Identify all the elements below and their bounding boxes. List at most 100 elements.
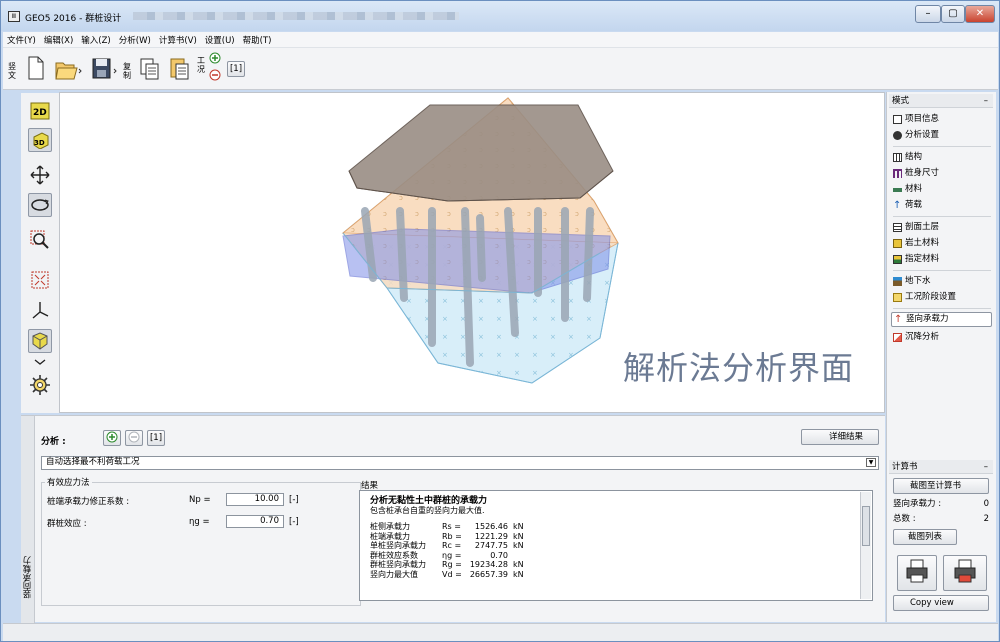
side-tab[interactable]: 竖向承载力 bbox=[21, 416, 35, 623]
mode-item-water[interactable]: 地下水 bbox=[893, 274, 993, 289]
analysis-label: 分析 : bbox=[41, 437, 66, 447]
mode-item-load[interactable]: ↑ 荷载 bbox=[893, 198, 993, 213]
dropdown-arrow-icon: ▼ bbox=[866, 458, 876, 467]
results-panel: 分析无黏性土中群桩的承载力 包含桩承台自重的竖向力最大值. 桩侧承载力 Rs = 1… bbox=[359, 490, 873, 601]
menu-report[interactable]: 计算书(V) bbox=[155, 32, 201, 46]
3d-viewport[interactable]: ɔ × 解析法分析界面 bbox=[59, 92, 885, 413]
result-label: 竖向力最大值 bbox=[370, 569, 418, 579]
close-button[interactable]: ✕ bbox=[965, 5, 995, 23]
fit-view-icon[interactable] bbox=[28, 268, 52, 292]
print-pdf-icon[interactable] bbox=[943, 555, 987, 591]
copy-icon[interactable] bbox=[137, 54, 161, 82]
report-header: 计算书 – bbox=[889, 460, 993, 474]
gear-icon bbox=[893, 131, 902, 140]
result-label: 群桩效应系数 bbox=[370, 550, 418, 560]
param1-symbol: Np = bbox=[189, 495, 211, 505]
collapse-icon[interactable]: – bbox=[984, 460, 988, 474]
svg-text:3D: 3D bbox=[34, 139, 45, 147]
result-value: 0.70 bbox=[490, 550, 508, 560]
settlement-icon bbox=[893, 333, 902, 342]
gear-icon[interactable] bbox=[28, 373, 52, 397]
menu-help[interactable]: 帮助(T) bbox=[239, 32, 276, 46]
move-icon[interactable] bbox=[28, 163, 52, 187]
vertical-capacity-icon: ↑ bbox=[894, 314, 903, 325]
view-3d-button[interactable]: 3D bbox=[28, 128, 52, 152]
stage-button[interactable]: [1] bbox=[227, 61, 245, 77]
rotate-icon[interactable] bbox=[28, 193, 52, 217]
stage-icon bbox=[893, 293, 902, 302]
add-analysis-button[interactable] bbox=[103, 430, 121, 446]
menu-input[interactable]: 输入(Z) bbox=[77, 32, 114, 46]
view-style-icon[interactable] bbox=[28, 329, 52, 353]
copy-view-button[interactable]: Copy view bbox=[893, 595, 989, 611]
param2-input[interactable]: 0.70 bbox=[226, 515, 284, 528]
divider bbox=[893, 146, 991, 147]
paste-icon[interactable] bbox=[167, 54, 191, 82]
grid-icon bbox=[893, 153, 902, 162]
window-title: GEO5 2016 - 群桩设计 bbox=[25, 14, 122, 24]
divider bbox=[893, 216, 991, 217]
axes-icon[interactable] bbox=[28, 298, 52, 322]
new-file-icon[interactable] bbox=[23, 54, 47, 82]
results-heading: 分析无黏性土中群桩的承载力 bbox=[370, 496, 488, 506]
menu-bar: 文件(Y) 编辑(X) 输入(Z) 分析(W) 计算书(V) 设置(U) 帮助(T) bbox=[3, 32, 998, 48]
results-scrollbar[interactable] bbox=[860, 492, 871, 599]
view-2d-button[interactable]: 2D bbox=[28, 99, 52, 123]
remove-stage-icon[interactable] bbox=[209, 69, 221, 83]
param1-input[interactable]: 10.00 bbox=[226, 493, 284, 506]
scrollbar-thumb[interactable] bbox=[862, 506, 870, 546]
detailed-results-button[interactable]: 详细结果 bbox=[801, 429, 879, 445]
collapse-icon[interactable]: – bbox=[984, 94, 988, 108]
add-stage-icon[interactable] bbox=[209, 52, 221, 66]
screenshot-list-button[interactable]: 截图列表 bbox=[893, 529, 957, 545]
material-icon bbox=[893, 187, 902, 192]
toolbar: 竖文 复制 工况 [1] bbox=[3, 48, 998, 90]
load-case-select[interactable]: 自动选择最不利荷载工况 ▼ bbox=[41, 456, 879, 470]
copy-label: 复制 bbox=[123, 62, 131, 80]
menu-analysis[interactable]: 分析(W) bbox=[115, 32, 155, 46]
chevron-down-icon[interactable] bbox=[28, 355, 52, 369]
mode-item-settlement[interactable]: 沉降分析 bbox=[893, 330, 993, 345]
result-value: 19234.28 bbox=[469, 560, 508, 569]
app-window: Ⅲ GEO5 2016 - 群桩设计 – ▢ ✕ 文件(Y) 编辑(X) 输入(Z)… bbox=[0, 0, 1000, 642]
mode-item-assign[interactable]: 指定材料 bbox=[893, 252, 993, 267]
mode-item-vertical-capacity[interactable]: ↑ 竖向承载力 bbox=[891, 312, 992, 327]
minimize-button[interactable]: – bbox=[915, 5, 941, 23]
assign-icon bbox=[893, 255, 902, 264]
open-file-icon[interactable] bbox=[53, 54, 82, 82]
watermark-text: 解析法分析界面 bbox=[623, 349, 855, 387]
mode-item-project-info[interactable]: 项目信息 bbox=[893, 112, 993, 127]
result-unit: kN bbox=[513, 541, 524, 550]
vertical-count-row: 竖向承载力 :0 bbox=[893, 499, 989, 509]
maximize-button[interactable]: ▢ bbox=[941, 5, 965, 23]
mode-item-pile-dimensions[interactable]: 桩身尺寸 bbox=[893, 166, 993, 181]
mode-item-structure[interactable]: 结构 bbox=[893, 150, 993, 165]
param2-label: 群桩效应 : bbox=[47, 519, 87, 529]
save-icon[interactable] bbox=[89, 54, 117, 82]
mode-item-analysis-settings[interactable]: 分析设置 bbox=[893, 128, 993, 143]
param1-label: 桩端承载力修正系数 : bbox=[47, 497, 130, 507]
result-label: 群桩竖向承载力 bbox=[370, 560, 426, 569]
load-arrow-icon: ↑ bbox=[893, 200, 902, 211]
divider bbox=[893, 308, 991, 309]
menu-edit[interactable]: 编辑(X) bbox=[40, 32, 77, 46]
mode-item-soil-profile[interactable]: 剖面土层 bbox=[893, 220, 993, 235]
print-icon[interactable] bbox=[897, 555, 937, 591]
zoom-icon[interactable] bbox=[28, 228, 52, 252]
mode-item-material[interactable]: 材料 bbox=[893, 182, 993, 197]
mode-item-stage-settings[interactable]: 工况阶段设置 bbox=[893, 290, 993, 305]
remove-analysis-button[interactable] bbox=[125, 430, 143, 446]
param2-symbol: ηg = bbox=[189, 517, 210, 527]
result-unit: kN bbox=[513, 569, 524, 579]
result-label: 单桩竖向承载力 bbox=[370, 541, 426, 550]
result-value: 1221.29 bbox=[474, 531, 508, 541]
results-subtitle: 包含桩承台自重的竖向力最大值. bbox=[370, 506, 485, 515]
menu-file[interactable]: 文件(Y) bbox=[3, 32, 40, 46]
screenshot-to-report-button[interactable]: 截图至计算书 bbox=[893, 478, 989, 494]
profile-icon bbox=[893, 223, 902, 232]
result-unit: kN bbox=[513, 522, 524, 531]
mode-item-soils[interactable]: 岩土材料 bbox=[893, 236, 993, 251]
menu-settings[interactable]: 设置(U) bbox=[201, 32, 239, 46]
analysis-1-button[interactable]: [1] bbox=[147, 430, 165, 446]
status-bar bbox=[3, 623, 998, 641]
